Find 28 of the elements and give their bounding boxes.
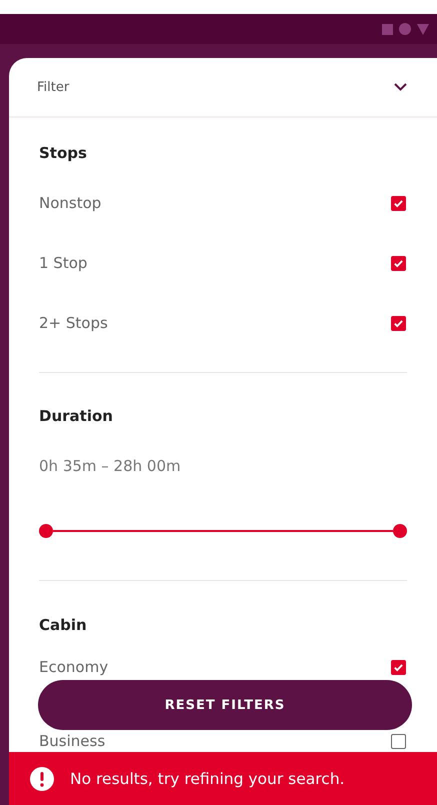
duration-range-text: 0h 35m – 28h 00m	[39, 456, 182, 476]
toast-message: No results, try refining your search.	[70, 770, 345, 788]
option-label: Business	[39, 732, 106, 750]
checkbox[interactable]	[391, 660, 406, 674]
check-icon	[393, 318, 404, 328]
section-heading: Cabin	[39, 615, 88, 636]
checkbox[interactable]	[391, 196, 406, 210]
chevron-down-icon[interactable]	[394, 83, 407, 91]
option-label: 1 Stop	[39, 254, 88, 272]
reset-filters-button[interactable]: RESET FILTERS	[38, 680, 412, 730]
triangle-icon	[417, 24, 429, 34]
option-label: Nonstop	[39, 194, 102, 212]
option-label: Economy	[39, 658, 108, 676]
exclamation-icon	[30, 766, 54, 790]
option-label: 2+ Stops	[39, 314, 108, 332]
section-heading: Stops	[39, 143, 88, 164]
slider-thumb[interactable]	[393, 524, 407, 538]
section-heading: Duration	[39, 406, 114, 427]
sheet-title: Filter	[37, 80, 70, 94]
checkbox[interactable]	[391, 256, 406, 270]
checkbox[interactable]	[391, 734, 406, 748]
slider-thumb[interactable]	[39, 524, 53, 538]
square-icon	[382, 24, 393, 34]
check-icon	[393, 662, 404, 672]
check-icon	[393, 198, 404, 208]
circle-icon	[399, 23, 411, 35]
checkbox[interactable]	[391, 316, 406, 330]
check-icon	[393, 258, 404, 268]
